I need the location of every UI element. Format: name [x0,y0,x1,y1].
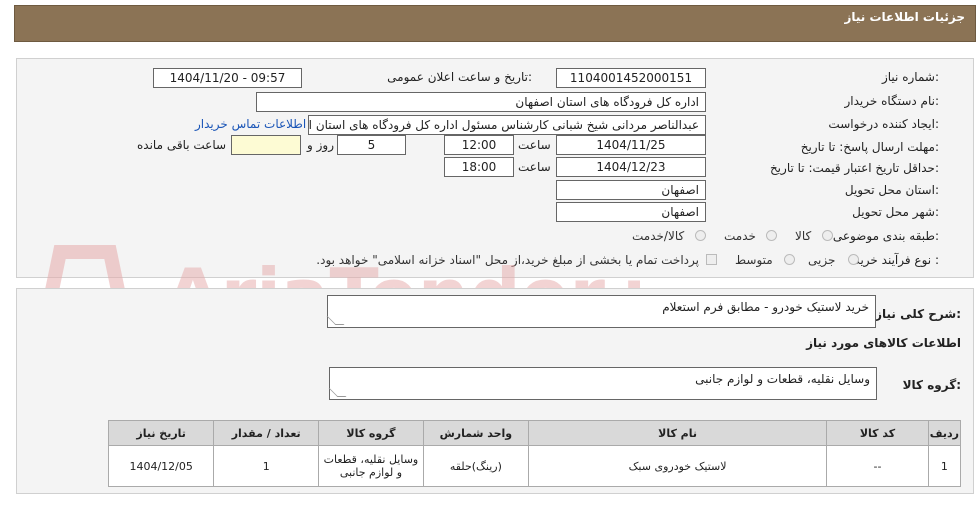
col-code: کد کالا [826,420,929,446]
reply-deadline-label: مهلت ارسال پاسخ: تا تاریخ: [800,140,939,154]
col-date: تاریخ نیاز [107,420,215,446]
days-label: روز و [307,138,334,152]
category-label: طبقه بندی موضوعی: [832,229,939,243]
province-label: استان محل تحویل: [844,183,939,197]
category-service-label: خدمت [724,229,756,243]
process-medium-label: متوسط [735,253,773,267]
need-number-field: 1104001452000151 [556,68,706,88]
description-label: شرح کلی نیاز: [875,307,961,321]
remaining-hours-field [231,135,301,155]
page-title: جزئیات اطلاعات نیاز [844,10,965,24]
price-date-field: 1404/12/23 [556,157,706,177]
description-textarea[interactable]: خرید لاستیک خودرو - مطابق فرم استعلام [327,295,876,328]
need-number-label: شماره نیاز: [881,70,939,84]
cell-code: -- [826,445,929,487]
process-label: نوع فرآیند خرید : [854,253,939,267]
buyer-org-label: نام دستگاه خریدار: [844,94,940,108]
province-field: اصفهان [556,180,706,200]
cell-group: وسایل نقلیه، قطعات و لوازم جانبی [318,445,424,487]
page-header [14,5,976,42]
goods-info-title: اطلاعات کالاهای مورد نیاز [806,336,961,350]
items-table: ردیف کد کالا نام کالا واحد شمارش گروه کا… [107,420,962,487]
announce-label: تاریخ و ساعت اعلان عمومی: [387,70,532,84]
category-goods-label: کالا [795,229,812,243]
col-quantity: تعداد / مقدار [213,420,320,446]
price-validity-label: حداقل تاریخ اعتبار قیمت: تا تاریخ: [769,161,939,175]
cell-date: 1404/12/05 [107,445,215,487]
goods-group-label: گروه کالا: [902,378,961,392]
contact-buyer-link[interactable]: اطلاعات تماس خریدار [195,117,306,131]
category-goods-radio[interactable] [822,230,833,241]
col-row: ردیف [927,420,962,446]
process-minor-label: جزیی [808,253,836,267]
process-medium-radio[interactable] [784,254,795,265]
announce-field: 1404/11/20 - 09:57 [153,68,302,88]
creator-label: ایجاد کننده درخواست: [828,117,939,131]
days-field: 5 [337,135,406,155]
reply-date-field: 1404/11/25 [556,135,706,155]
cell-name: لاستیک خودروی سبک [527,445,828,487]
process-minor-radio[interactable] [848,254,859,265]
creator-field: عبدالناصر مردانی شیخ شبانی کارشناس مسئول… [308,115,706,135]
cell-row: 1 [927,445,962,487]
category-goods-service-radio[interactable] [695,230,706,241]
cell-quantity: 1 [213,445,320,487]
city-field: اصفهان [556,202,706,222]
price-time-field: 18:00 [444,157,514,177]
table-header-row: ردیف کد کالا نام کالا واحد شمارش گروه کا… [107,420,962,446]
cell-unit: (رینگ)حلقه [422,445,529,487]
remaining-label: ساعت باقی مانده [137,138,227,152]
treasury-payment-checkbox[interactable] [706,254,717,265]
buyer-org-field: اداره کل فرودگاه های استان اصفهان [256,92,706,112]
reply-time-label: ساعت [518,138,551,152]
col-unit: واحد شمارش [422,420,529,446]
reply-time-field: 12:00 [444,135,514,155]
price-time-label: ساعت [518,160,551,174]
city-label: شهر محل تحویل: [852,205,939,219]
col-name: نام کالا [527,420,828,446]
category-service-radio[interactable] [766,230,777,241]
col-group: گروه کالا [318,420,424,446]
goods-group-textarea[interactable]: وسایل نقلیه، قطعات و لوازم جانبی [329,367,877,400]
table-row[interactable]: 1 -- لاستیک خودروی سبک (رینگ)حلقه وسایل … [107,445,962,487]
